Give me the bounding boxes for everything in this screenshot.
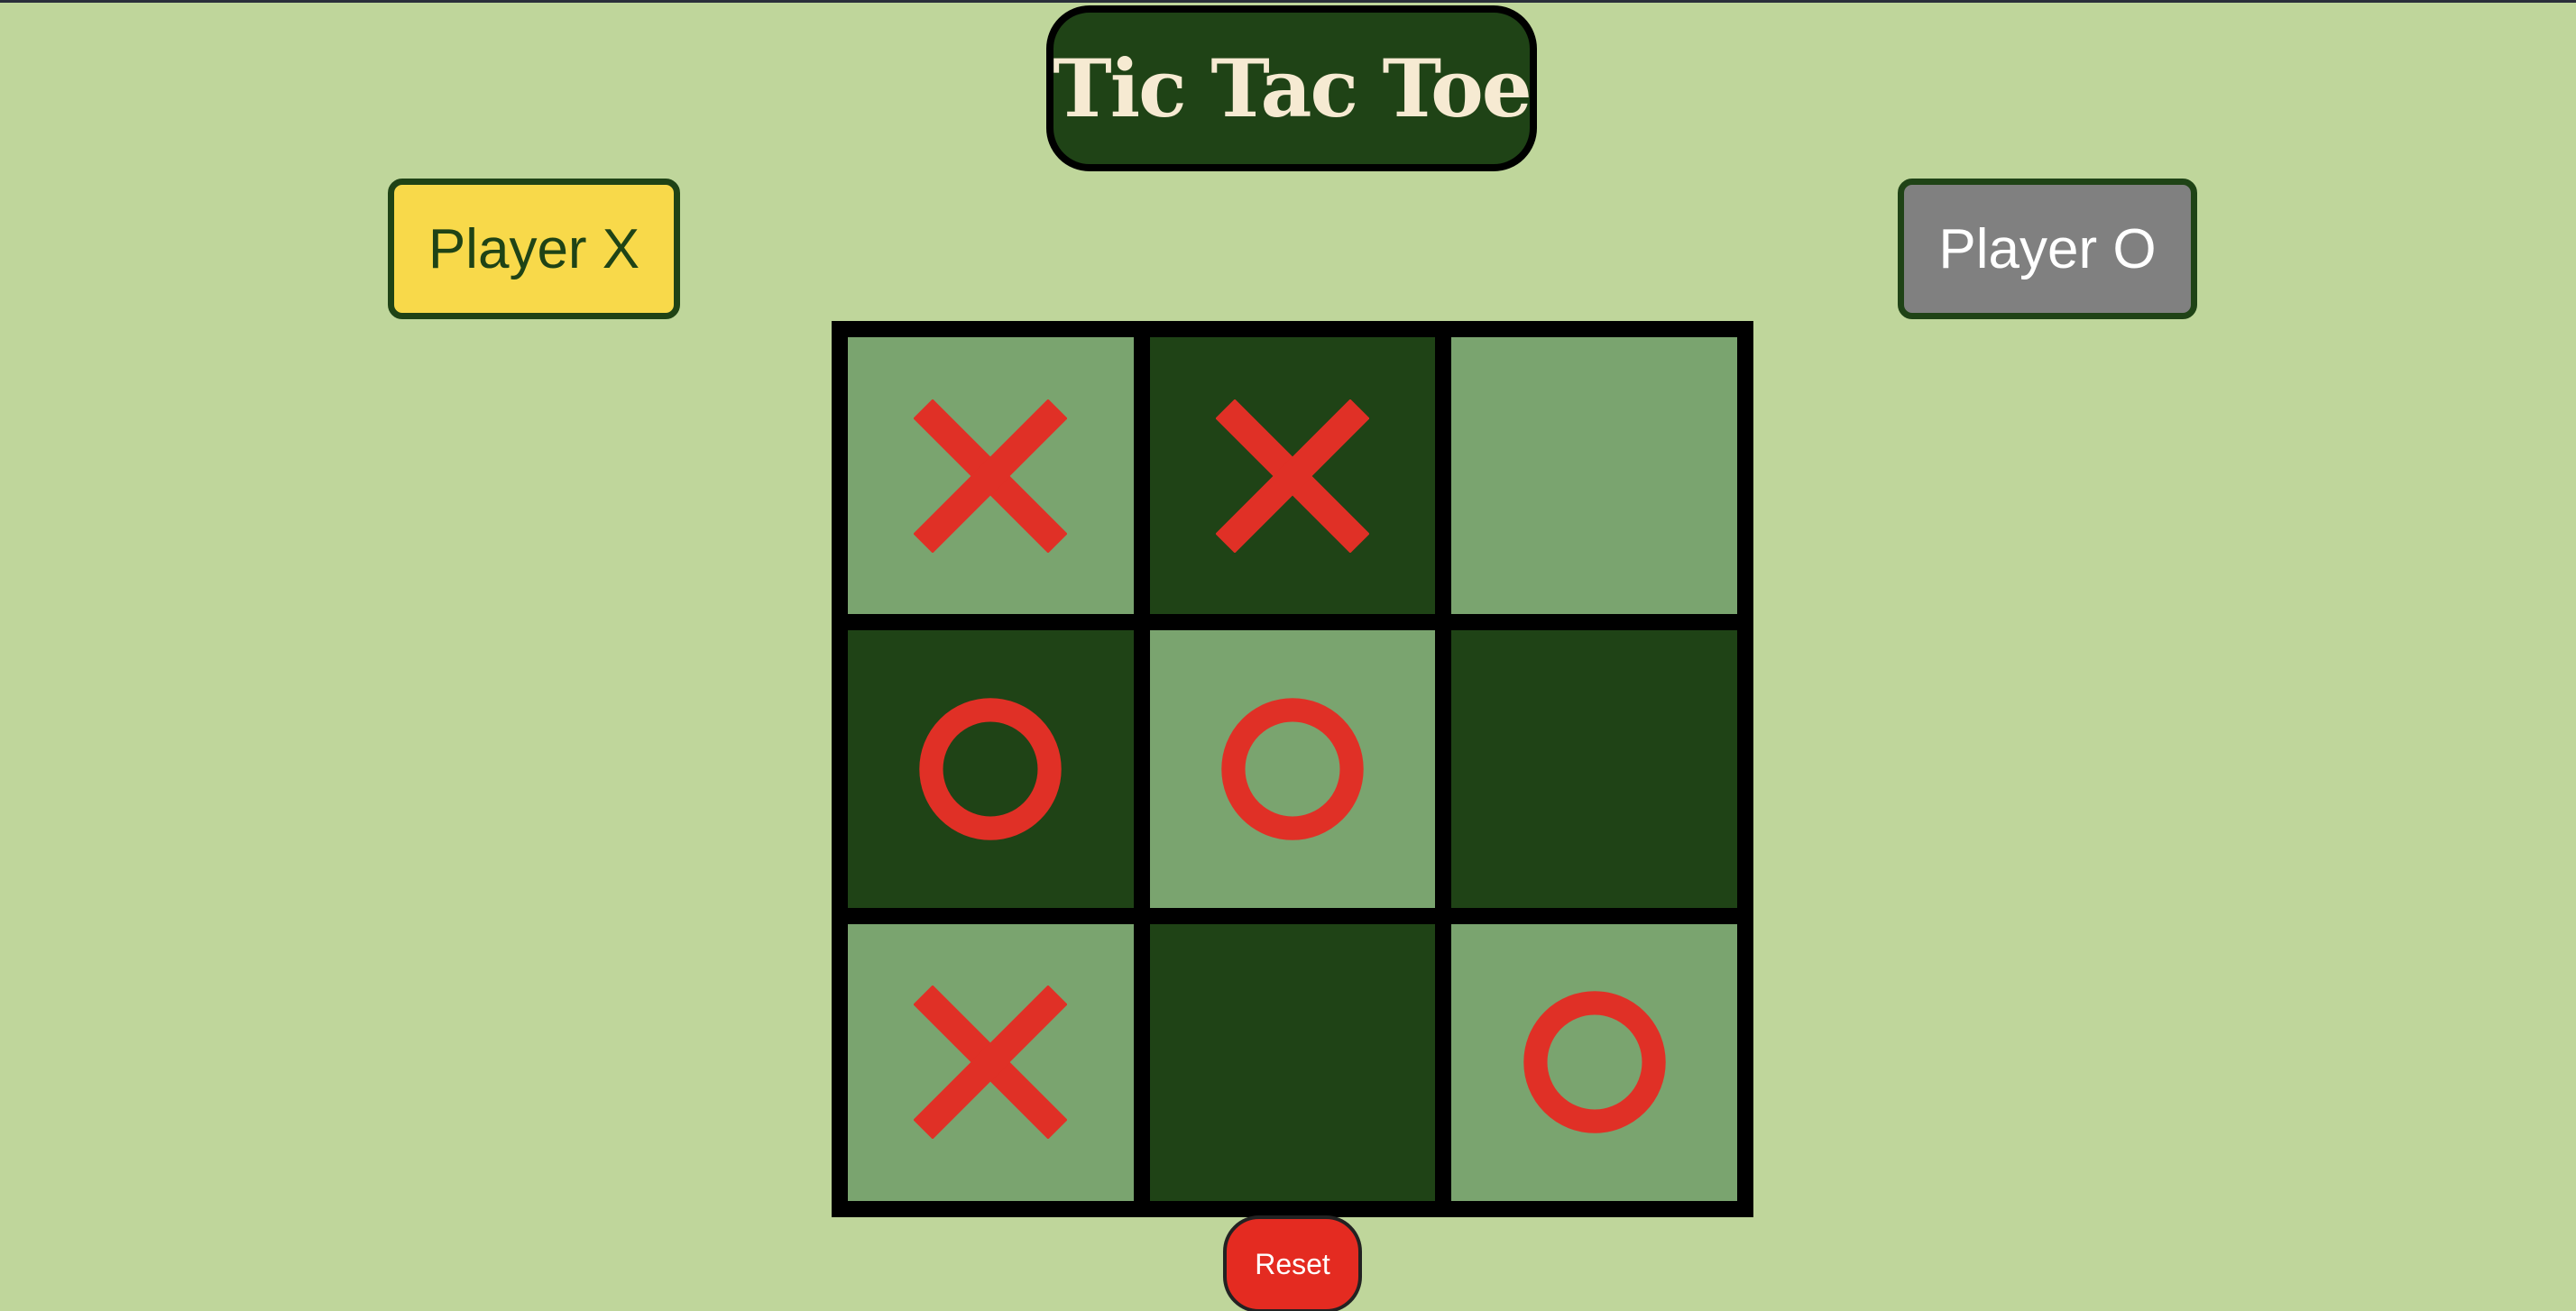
o-mark-icon [1521, 988, 1669, 1136]
x-mark-icon [914, 986, 1068, 1140]
board-cell-r2c3[interactable] [1451, 630, 1737, 908]
board-cell-r3c2[interactable] [1149, 923, 1436, 1201]
o-mark-icon [916, 695, 1064, 843]
player-o-button[interactable]: Player O [1898, 179, 2197, 319]
board-cell-r1c2[interactable] [1149, 337, 1436, 615]
board-cell-r1c1[interactable] [848, 337, 1134, 615]
game-board [832, 321, 1753, 1217]
board-cell-r3c1[interactable] [848, 923, 1134, 1201]
player-x-label: Player X [428, 217, 640, 280]
player-x-button[interactable]: Player X [388, 179, 680, 319]
top-divider [0, 0, 2576, 3]
reset-label: Reset [1255, 1247, 1330, 1280]
board-cell-r2c2[interactable] [1149, 630, 1436, 908]
reset-button[interactable]: Reset [1223, 1215, 1362, 1311]
o-mark-icon [1219, 695, 1366, 843]
x-mark-icon [1215, 399, 1369, 553]
page-title: Tic Tac Toe [1053, 41, 1532, 135]
board-cell-r2c1[interactable] [848, 630, 1134, 908]
board-cell-r3c3[interactable] [1451, 923, 1737, 1201]
title-banner: Tic Tac Toe [1046, 5, 1537, 171]
board-cell-r1c3[interactable] [1451, 337, 1737, 615]
player-o-label: Player O [1938, 217, 2157, 280]
x-mark-icon [914, 399, 1068, 553]
